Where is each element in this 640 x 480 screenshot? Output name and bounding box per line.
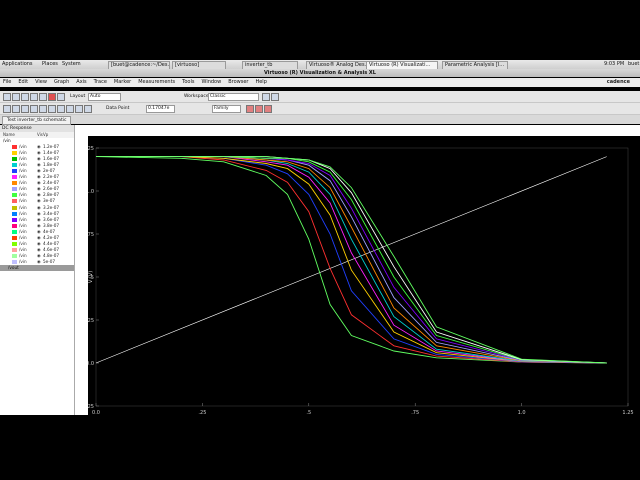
col-name: Name	[3, 132, 15, 137]
menu-window[interactable]: Window	[201, 79, 221, 85]
menu-edit[interactable]: Edit	[18, 79, 28, 85]
trace-color-swatch	[12, 205, 17, 210]
cadence-logo: cadence	[606, 79, 630, 85]
places-menu[interactable]: Places	[42, 61, 58, 68]
trace-color-swatch	[12, 151, 17, 156]
clock: 9:03 PM	[604, 61, 625, 67]
trace-color-swatch	[12, 217, 17, 222]
style-select[interactable]: Family	[212, 105, 241, 113]
results-icon[interactable]	[255, 105, 263, 113]
toolbar-graph: Data Point 0.17047e Family	[0, 103, 640, 115]
new-icon[interactable]	[3, 93, 11, 101]
trace-browser: DC Response Name Vis Vp /vin /vin ◉ 1.2e-0…	[0, 125, 75, 415]
menu-marker[interactable]: Marker	[114, 79, 131, 85]
trace-list: /vin ◉ 1.2e-07/vin ◉ 1.4e-07/vin ◉ 1.6e-07/vin…	[0, 144, 74, 265]
copy-icon[interactable]	[39, 93, 47, 101]
zoom-x-icon[interactable]	[30, 105, 38, 113]
menu-axis[interactable]: Axis	[76, 79, 86, 85]
user-name: buet	[628, 61, 640, 67]
dc-response-chart: 1.251.0.75.5.250.0-.250.0.25.5.751.01.25…	[83, 146, 634, 416]
window-title: Virtuoso (R) Visualization & Analysis XL	[0, 69, 640, 77]
workspace-save-icon[interactable]	[262, 93, 270, 101]
zoom-out-icon[interactable]	[12, 105, 20, 113]
menu-tools[interactable]: Tools	[182, 79, 194, 85]
menu-help[interactable]: Help	[255, 79, 266, 85]
zoom-in-icon[interactable]	[3, 105, 11, 113]
y-tick-label: 1.25	[88, 146, 94, 152]
trace-color-swatch	[12, 181, 17, 186]
zoom-y-icon[interactable]	[39, 105, 47, 113]
trace-color-swatch	[12, 157, 17, 162]
menu-view[interactable]: View	[35, 79, 47, 85]
applications-menu[interactable]: Applications	[2, 61, 33, 68]
trace-color-swatch	[12, 145, 17, 150]
layout-label: Layout	[70, 94, 86, 99]
datapoint-field[interactable]: 0.17047e	[146, 105, 175, 113]
y-tick-label: 1.0	[88, 189, 94, 195]
delta-icon[interactable]	[84, 105, 92, 113]
trace-color-swatch	[12, 211, 17, 216]
trace-color-swatch	[12, 175, 17, 180]
system-menu[interactable]: System	[62, 61, 81, 68]
trace-color-swatch	[12, 169, 17, 174]
y-tick-label: 0.0	[88, 361, 94, 367]
y-axis-label: V (V)	[88, 271, 94, 283]
sidebar-title: DC Response	[0, 125, 74, 132]
print-icon[interactable]	[30, 93, 38, 101]
trace-row-selected[interactable]: /vout	[0, 264, 74, 272]
trace-color-swatch	[12, 259, 17, 264]
trace-color-swatch	[12, 163, 17, 168]
calculator-icon[interactable]	[246, 105, 254, 113]
trace-color-swatch	[12, 241, 17, 246]
plot-border	[95, 147, 629, 407]
trace-color-swatch	[12, 253, 17, 258]
tab-row: Test inverter_tb schematic	[0, 115, 640, 125]
fit-icon[interactable]	[21, 105, 29, 113]
trace-color-swatch	[12, 193, 17, 198]
y-tick-label: .25	[88, 318, 94, 324]
open-icon[interactable]	[12, 93, 20, 101]
tab-schematic[interactable]: Test inverter_tb schematic	[2, 116, 72, 125]
trace-color-swatch	[12, 229, 17, 234]
menu-graph[interactable]: Graph	[54, 79, 69, 85]
menubar: File Edit View Graph Axis Trace Marker Measurem…	[0, 78, 640, 87]
undo-icon[interactable]	[57, 93, 65, 101]
export-icon[interactable]	[264, 105, 272, 113]
menu-file[interactable]: File	[3, 79, 11, 85]
trace-color-swatch	[12, 199, 17, 204]
grid-icon[interactable]	[57, 105, 65, 113]
menu-trace[interactable]: Trace	[94, 79, 107, 85]
workspace-load-icon[interactable]	[271, 93, 279, 101]
workspace-select[interactable]: Classic	[208, 93, 259, 101]
plot-area[interactable]: 1.251.0.75.5.250.0-.250.0.25.5.751.01.25…	[83, 136, 640, 416]
y-tick-label: .75	[88, 232, 94, 238]
trace-color-swatch	[12, 187, 17, 192]
trace-color-swatch	[12, 235, 17, 240]
layout-select[interactable]: Auto	[88, 93, 121, 101]
save-icon[interactable]	[21, 93, 29, 101]
menu-browser[interactable]: Browser	[228, 79, 248, 85]
trace-color-swatch	[12, 223, 17, 228]
strip-icon[interactable]	[66, 105, 74, 113]
datapoint-label: Data Point	[106, 106, 130, 111]
desktop-background	[0, 415, 640, 480]
selected-trace-label: /vout	[8, 264, 19, 270]
trace-color-swatch	[12, 247, 17, 252]
pan-icon[interactable]	[48, 105, 56, 113]
workspace-label: Workspace:	[184, 94, 211, 99]
marker-icon[interactable]	[75, 105, 83, 113]
toolbar-main: Layout Auto Workspace: Classic	[0, 91, 640, 103]
menu-measurements[interactable]: Measurements	[138, 79, 175, 85]
delete-icon[interactable]	[48, 93, 56, 101]
